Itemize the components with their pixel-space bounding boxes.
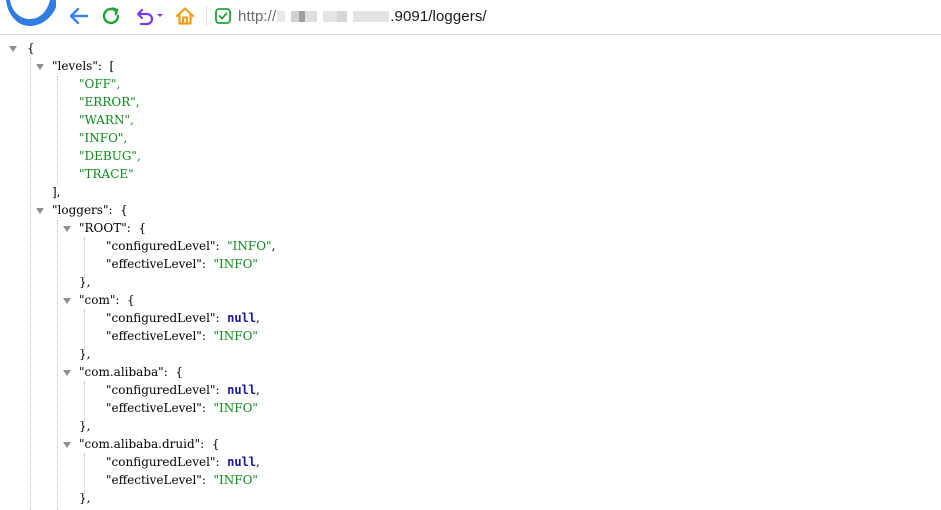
level-value: "DEBUG", <box>79 149 141 163</box>
logger-name: "com" <box>79 293 116 307</box>
logger-open: : { <box>115 293 135 307</box>
effective-level-value: "INFO" <box>213 257 258 271</box>
indent-guide-com <box>84 310 85 350</box>
configured-level-key: "configuredLevel" <box>106 311 216 325</box>
logger-entry-header: "ROOT": { <box>79 219 146 237</box>
url-scheme: http:// <box>238 7 277 25</box>
logger-open: : { <box>126 221 147 235</box>
indent-guide-root <box>30 58 31 510</box>
logger-name: "ROOT" <box>79 221 127 235</box>
collapse-loggers-toggle-icon[interactable] <box>36 208 44 214</box>
collapse-entry-toggle-icon[interactable] <box>63 298 71 304</box>
configured-level-key: "configuredLevel" <box>106 455 216 469</box>
toolbar-divider <box>206 6 207 26</box>
levels-close: ], <box>52 185 61 199</box>
refresh-icon <box>102 7 120 25</box>
loggers-key: "loggers" <box>52 203 109 217</box>
browser-toolbar: http:// .9091/loggers/ <box>0 0 941 35</box>
undo-history-button[interactable] <box>132 3 166 29</box>
configured-level-colon: : <box>215 455 228 469</box>
levels-line: "levels": [ <box>52 57 114 75</box>
indent-guide-loggers <box>57 220 58 510</box>
configured-level-colon: : <box>215 311 228 325</box>
logger-close: }, <box>79 347 91 361</box>
configured-level-line: "configuredLevel": null, <box>106 309 260 327</box>
home-button[interactable] <box>172 3 198 29</box>
effective-level-value: "INFO" <box>213 473 258 487</box>
logger-open: : { <box>163 365 183 379</box>
loggers-open: : { <box>108 203 128 217</box>
json-root-open: { <box>27 41 35 55</box>
effective-level-line: "effectiveLevel": "INFO" <box>106 399 258 417</box>
level-value: "WARN", <box>79 113 134 127</box>
logger-close: }, <box>79 491 91 505</box>
effective-level-line: "effectiveLevel": "INFO" <box>106 255 258 273</box>
configured-level-colon: : <box>215 239 228 253</box>
configured-level-null: null <box>227 455 257 469</box>
redacted-host-blur <box>277 11 390 23</box>
logger-name: "com.alibaba.druid" <box>79 437 201 451</box>
logger-entry-header: "com": { <box>79 291 135 309</box>
configured-level-comma: , <box>256 455 260 469</box>
level-value: "TRACE" <box>79 167 134 181</box>
effective-level-key: "effectiveLevel" <box>106 257 202 271</box>
url-path: .9091/loggers/ <box>390 7 487 25</box>
configured-level-comma: , <box>256 383 260 397</box>
effective-level-colon: : <box>201 257 214 271</box>
logger-name: "com.alibaba" <box>79 365 164 379</box>
browser-logo-icon[interactable] <box>6 0 56 30</box>
levels-open: : [ <box>97 59 115 73</box>
indent-guide-levels <box>57 76 58 186</box>
logger-close: }, <box>79 419 91 433</box>
configured-level-line: "configuredLevel": "INFO", <box>106 237 275 255</box>
configured-level-line: "configuredLevel": null, <box>106 381 260 399</box>
undo-icon <box>136 8 163 26</box>
logger-open: : { <box>200 437 220 451</box>
effective-level-key: "effectiveLevel" <box>106 401 202 415</box>
configured-level-key: "configuredLevel" <box>106 383 216 397</box>
json-viewer: { "levels": [ "OFF", "ERROR", "WARN", "I… <box>0 36 941 510</box>
levels-key: "levels" <box>52 59 98 73</box>
effective-level-line: "effectiveLevel": "INFO" <box>106 327 258 345</box>
logger-entry-header: "com.alibaba": { <box>79 363 183 381</box>
effective-level-line: "effectiveLevel": "INFO" <box>106 471 258 489</box>
back-button[interactable] <box>66 3 92 29</box>
configured-level-null: null <box>227 383 257 397</box>
configured-level-line: "configuredLevel": null, <box>106 453 260 471</box>
effective-level-value: "INFO" <box>213 401 258 415</box>
level-value: "INFO", <box>79 131 128 145</box>
security-shield-icon <box>215 8 231 24</box>
url-text: http:// .9091/loggers/ <box>238 8 487 25</box>
indent-guide-root-logger <box>84 238 85 278</box>
effective-level-key: "effectiveLevel" <box>106 473 202 487</box>
collapse-levels-toggle-icon[interactable] <box>36 64 44 70</box>
configured-level-colon: : <box>215 383 228 397</box>
loggers-line: "loggers": { <box>52 201 128 219</box>
effective-level-value: "INFO" <box>213 329 258 343</box>
collapse-entry-toggle-icon[interactable] <box>63 226 71 232</box>
configured-level-value: "INFO" <box>227 239 272 253</box>
effective-level-colon: : <box>201 473 214 487</box>
collapse-root-toggle-icon[interactable] <box>9 46 17 52</box>
effective-level-colon: : <box>201 401 214 415</box>
level-value: "ERROR", <box>79 95 140 109</box>
logger-entry-header: "com.alibaba.druid": { <box>79 435 219 453</box>
indent-guide-com-alibaba <box>84 382 85 422</box>
configured-level-comma: , <box>271 239 276 253</box>
home-icon <box>175 7 195 25</box>
effective-level-colon: : <box>201 329 214 343</box>
collapse-entry-toggle-icon[interactable] <box>63 370 71 376</box>
indent-guide-com-alibaba-druid <box>84 454 85 494</box>
collapse-entry-toggle-icon[interactable] <box>63 442 71 448</box>
effective-level-key: "effectiveLevel" <box>106 329 202 343</box>
address-bar[interactable]: http:// .9091/loggers/ <box>214 4 914 28</box>
refresh-button[interactable] <box>98 3 124 29</box>
configured-level-null: null <box>227 311 257 325</box>
back-arrow-icon <box>69 7 89 25</box>
level-value: "OFF", <box>79 77 121 91</box>
configured-level-key: "configuredLevel" <box>106 239 216 253</box>
logger-close: }, <box>79 275 91 289</box>
configured-level-comma: , <box>256 311 260 325</box>
